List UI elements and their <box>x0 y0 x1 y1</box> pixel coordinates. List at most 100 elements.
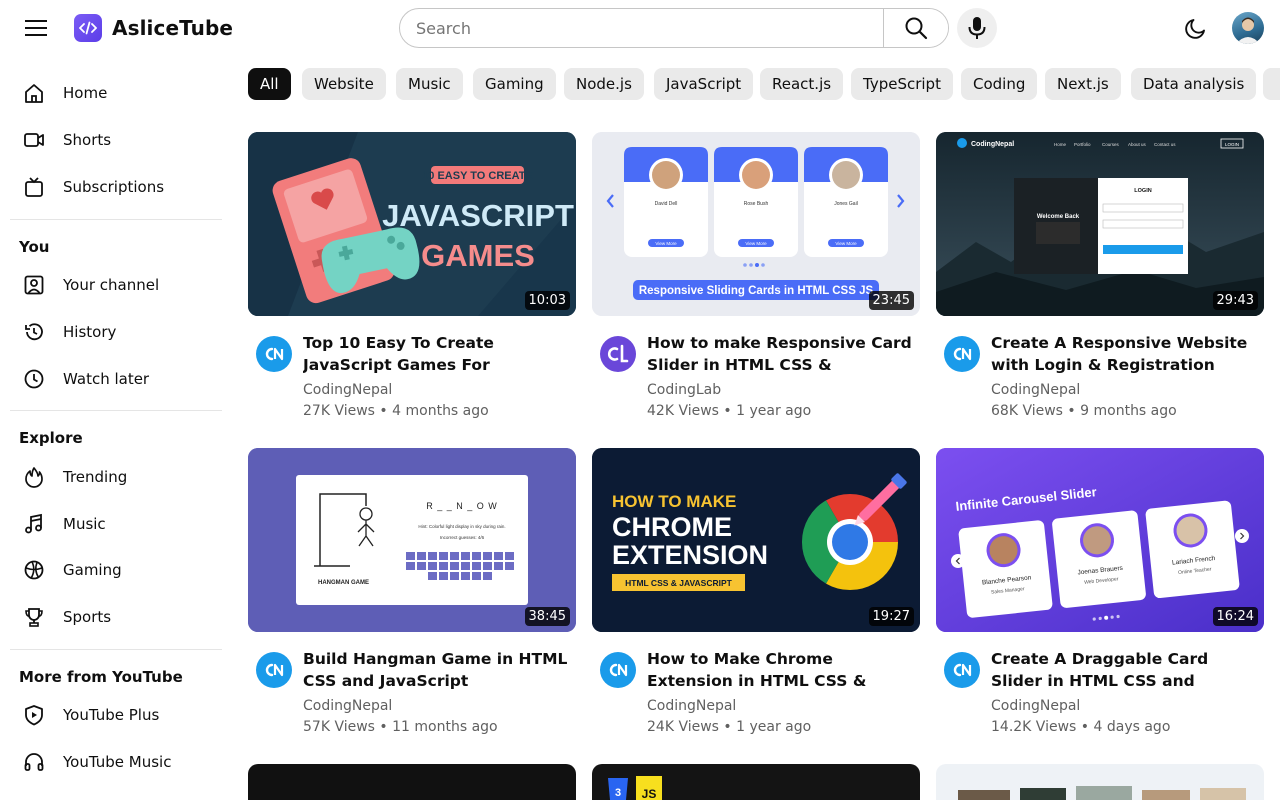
sidebar-item-sports[interactable]: Sports <box>14 597 222 637</box>
home-icon <box>22 81 46 105</box>
channel-avatar[interactable] <box>256 652 292 688</box>
upload-age: 4 months ago <box>392 403 489 419</box>
svg-text:Welcome Back: Welcome Back <box>1037 214 1080 220</box>
video-thumbnail[interactable]: 10 EASY TO CREATE JAVASCRIPT GAMES 10:03 <box>248 132 576 316</box>
video-title[interactable]: How to Make Chrome Extension in HTML CSS… <box>647 648 915 692</box>
search-input[interactable] <box>400 9 883 47</box>
channel-name[interactable]: CodingNepal <box>303 698 392 714</box>
video-meta: 27K Views • 4 months ago <box>303 403 489 419</box>
video-thumbnail[interactable]: CodingNepal Home Portfolio Courses About… <box>936 132 1264 316</box>
video-thumbnail-partial[interactable]: 3 JS <box>592 764 920 800</box>
sidebar-item-youtube-music[interactable]: YouTube Music <box>14 742 222 782</box>
sidebar-item-watch-later[interactable]: Watch later <box>14 359 222 399</box>
sidebar-divider <box>10 219 222 220</box>
view-count: 68K Views <box>991 403 1063 419</box>
sidebar-item-subscriptions[interactable]: Subscriptions <box>14 167 222 207</box>
sidebar-item-history[interactable]: History <box>14 312 222 352</box>
sidebar-item-shorts[interactable]: Shorts <box>14 120 222 160</box>
chip-javascript[interactable]: JavaScript <box>654 68 754 100</box>
chip-data-analysis[interactable]: Data analysis <box>1131 68 1257 100</box>
svg-text:Contact us: Contact us <box>1154 142 1176 147</box>
video-title[interactable]: Create A Responsive Website with Login &… <box>991 332 1259 376</box>
sidebar-item-gaming[interactable]: Gaming <box>14 550 222 590</box>
user-avatar[interactable] <box>1232 12 1264 44</box>
svg-text:Courses: Courses <box>1102 142 1120 147</box>
sidebar-item-label: Home <box>63 84 108 102</box>
video-duration: 23:45 <box>868 291 914 310</box>
video-card: Infinite Carousel Slider Blanche Pearson… <box>936 448 1264 742</box>
hangman-thumbnail-art: HANGMAN GAME R _ _ N _ O W Hint: Colorfu… <box>248 448 576 632</box>
video-title[interactable]: Build Hangman Game in HTML CSS and JavaS… <box>303 648 571 692</box>
channel-avatar[interactable] <box>944 652 980 688</box>
search-button[interactable] <box>883 9 948 47</box>
chip-typescript[interactable]: TypeScript <box>851 68 953 100</box>
chip-coding[interactable]: Coding <box>961 68 1038 100</box>
channel-avatar[interactable] <box>256 336 292 372</box>
channel-avatar[interactable] <box>600 336 636 372</box>
theme-toggle-button[interactable] <box>1176 8 1216 48</box>
thumb-line2: GAMES <box>421 238 535 273</box>
voice-search-button[interactable] <box>957 8 997 48</box>
video-title[interactable]: Top 10 Easy To Create JavaScript Games F… <box>303 332 571 376</box>
chip-website[interactable]: Website <box>302 68 386 100</box>
codinglab-logo-icon <box>607 344 629 363</box>
js-games-thumbnail-art: 10 EASY TO CREATE JAVASCRIPT GAMES <box>248 132 576 316</box>
codingnepal-logo-icon <box>953 663 972 677</box>
chip-nextjs[interactable]: Next.js <box>1045 68 1121 100</box>
video-title[interactable]: How to make Responsive Card Slider in HT… <box>647 332 915 376</box>
sidebar-item-music[interactable]: Music <box>14 504 222 544</box>
svg-text:3: 3 <box>615 787 621 799</box>
video-title[interactable]: Create A Draggable Card Slider in HTML C… <box>991 648 1259 692</box>
video-thumbnail[interactable]: David Dell View More Rose Bush View More… <box>592 132 920 316</box>
channel-name[interactable]: CodingNepal <box>303 382 392 398</box>
channel-avatar[interactable] <box>600 652 636 688</box>
sidebar-item-home[interactable]: Home <box>14 73 222 113</box>
video-duration: 19:27 <box>868 607 914 626</box>
video-meta: 24K Views • 1 year ago <box>647 719 812 735</box>
chip-next-partial[interactable] <box>1263 68 1280 100</box>
video-duration: 29:43 <box>1212 291 1258 310</box>
gallery-thumbnail-art <box>958 786 1246 800</box>
chip-music[interactable]: Music <box>396 68 463 100</box>
svg-text:HANGMAN GAME: HANGMAN GAME <box>318 580 369 586</box>
chip-gaming[interactable]: Gaming <box>473 68 556 100</box>
sidebar-item-trending[interactable]: Trending <box>14 457 222 497</box>
sidebar-item-label: History <box>63 323 117 341</box>
chip-reactjs[interactable]: React.js <box>760 68 844 100</box>
video-card: 10 EASY TO CREATE JAVASCRIPT GAMES 10:03… <box>248 132 576 426</box>
sidebar-item-label: Music <box>63 515 106 533</box>
sidebar-section-you: You <box>19 238 50 256</box>
view-count: 14.2K Views <box>991 719 1077 735</box>
upload-age: 1 year ago <box>736 403 812 419</box>
top-header: AsliceTube <box>0 0 1280 56</box>
sidebar-section-more: More from YouTube <box>19 668 183 686</box>
sidebar-item-label: Trending <box>63 468 128 486</box>
view-count: 57K Views <box>303 719 375 735</box>
channel-name[interactable]: CodingNepal <box>991 382 1080 398</box>
svg-text:Jones Gail: Jones Gail <box>834 201 858 207</box>
channel-name[interactable]: CodingLab <box>647 382 721 398</box>
sidebar-item-youtube-plus[interactable]: YouTube Plus <box>14 695 222 735</box>
sidebar-item-your-channel[interactable]: Your channel <box>14 265 222 305</box>
music-icon <box>22 512 46 536</box>
video-card: HOW TO MAKE CHROME EXTENSION HTML CSS & … <box>592 448 920 742</box>
subscriptions-icon <box>22 175 46 199</box>
history-icon <box>22 320 46 344</box>
channel-name[interactable]: CodingNepal <box>991 698 1080 714</box>
logo[interactable]: AsliceTube <box>74 14 233 42</box>
chip-all[interactable]: All <box>248 68 291 100</box>
menu-button[interactable] <box>16 8 56 48</box>
channel-name[interactable]: CodingNepal <box>647 698 736 714</box>
chip-nodejs[interactable]: Node.js <box>564 68 644 100</box>
video-thumbnail[interactable]: HANGMAN GAME R _ _ N _ O W Hint: Colorfu… <box>248 448 576 632</box>
video-thumbnail-partial[interactable] <box>248 764 576 800</box>
video-thumbnail[interactable]: Infinite Carousel Slider Blanche Pearson… <box>936 448 1264 632</box>
svg-text:Rose Bush: Rose Bush <box>744 201 769 207</box>
sidebar-item-label: Subscriptions <box>63 178 165 196</box>
sidebar-item-label: Your channel <box>63 276 160 294</box>
codingnepal-logo-icon <box>609 663 628 677</box>
video-thumbnail-partial[interactable] <box>936 764 1264 800</box>
video-thumbnail[interactable]: HOW TO MAKE CHROME EXTENSION HTML CSS & … <box>592 448 920 632</box>
sidebar-item-label: YouTube Plus <box>63 706 160 724</box>
channel-avatar[interactable] <box>944 336 980 372</box>
